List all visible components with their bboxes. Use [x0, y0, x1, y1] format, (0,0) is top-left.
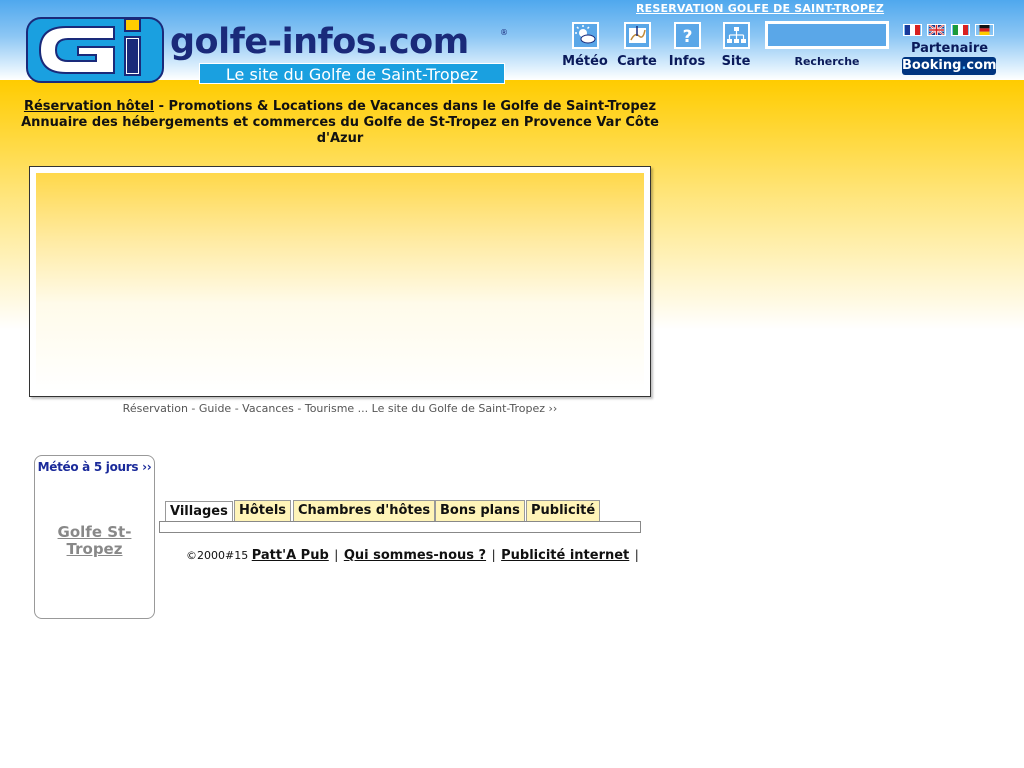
search-box[interactable] — [765, 21, 889, 49]
footer-link-publicite-internet[interactable]: Publicité internet — [501, 548, 629, 563]
footer: ©2000#15 Patt'A Pub | Qui sommes-nous ? … — [186, 548, 641, 563]
weather-icon — [571, 22, 599, 49]
de-flag-icon[interactable] — [975, 24, 994, 36]
tab-villages[interactable]: Villages — [165, 501, 233, 523]
map-icon — [623, 22, 651, 49]
top-reservation-link[interactable]: RESERVATION GOLFE DE SAINT-TROPEZ — [636, 2, 884, 15]
banner-image[interactable] — [36, 173, 644, 391]
booking-logo[interactable]: Booking.com — [902, 57, 997, 75]
nav-label: Carte — [617, 54, 657, 69]
tab-chambres-dhotes[interactable]: Chambres d'hôtes — [293, 500, 436, 522]
nav-infos[interactable]: ? Infos — [663, 22, 711, 69]
footer-link-pattapub[interactable]: Patt'A Pub — [252, 548, 329, 563]
nav-label: Infos — [668, 54, 706, 69]
tab-hotels[interactable]: Hôtels — [234, 500, 292, 522]
intro-text: Réservation hôtel - Promotions & Locatio… — [10, 99, 670, 147]
it-flag-icon[interactable] — [951, 24, 970, 36]
meteo-location-link[interactable]: Golfe St-Tropez — [35, 524, 154, 558]
nav-meteo[interactable]: Météo — [561, 22, 609, 69]
footer-separator: | — [334, 548, 339, 562]
banner-caption: Réservation - Guide - Vacances - Tourism… — [122, 402, 558, 415]
tab-bons-plans[interactable]: Bons plans — [435, 500, 525, 522]
question-icon: ? — [673, 22, 701, 49]
uk-flag-icon[interactable] — [927, 24, 946, 36]
booking-tld: com — [966, 58, 997, 73]
search-input[interactable] — [768, 24, 886, 46]
nav-label: Site — [721, 54, 751, 69]
nav-label: Météo — [562, 54, 608, 69]
partner-label: Partenaire — [910, 41, 989, 56]
footer-separator: | — [491, 548, 496, 562]
hotel-reservation-link[interactable]: Réservation hôtel — [24, 99, 154, 114]
banner-frame — [29, 166, 651, 397]
fr-flag-icon[interactable] — [903, 24, 922, 36]
booking-name: Booking — [902, 58, 962, 73]
copyright: ©2000#15 — [186, 549, 249, 562]
tab-publicite[interactable]: Publicité — [526, 500, 601, 522]
svg-text:?: ? — [682, 27, 692, 47]
meteo-title[interactable]: Météo à 5 jours ›› — [35, 460, 154, 474]
intro-line1: - Promotions & Locations de Vacances dan… — [154, 99, 657, 114]
nav-carte[interactable]: Carte — [613, 22, 661, 69]
search-label[interactable]: Recherche — [765, 55, 889, 68]
logo-registered-mark: ® — [500, 28, 508, 37]
footer-separator: | — [634, 548, 639, 562]
logo-gi-icon[interactable] — [26, 15, 164, 85]
intro-line2: Annuaire des hébergements et commerces d… — [21, 115, 659, 146]
sitemap-icon — [722, 22, 750, 49]
footer-link-qui-sommes-nous[interactable]: Qui sommes-nous ? — [344, 548, 486, 563]
logo-tagline: Le site du Golfe de Saint-Tropez — [199, 63, 505, 84]
logo-name[interactable]: golfe-infos.com — [170, 22, 469, 62]
meteo-widget: Météo à 5 jours ›› Golfe St-Tropez — [34, 455, 155, 619]
tab-panel — [159, 521, 641, 533]
nav-site[interactable]: Site — [712, 22, 760, 69]
